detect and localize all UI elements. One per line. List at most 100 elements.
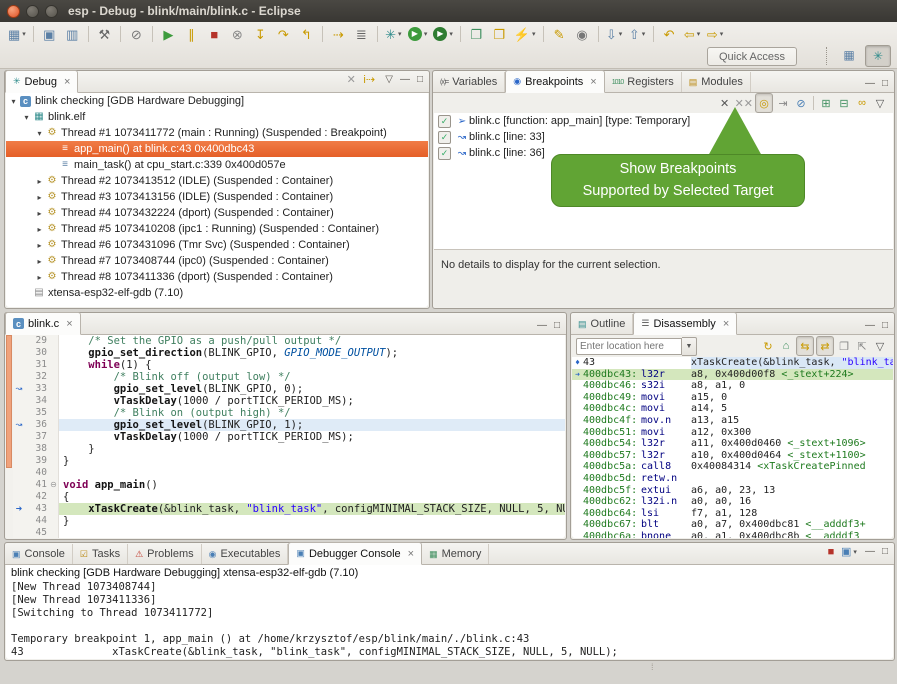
forward-icon[interactable]: ⇨▾ <box>705 24 726 44</box>
debug-tree-item[interactable]: ▾cblink checking [GDB Hardware Debugging… <box>6 93 428 109</box>
view-menu-icon[interactable]: ▽ <box>385 75 393 85</box>
disassembly-row[interactable]: 400dbc4c:movia14, 5 <box>572 403 893 415</box>
flash-target-icon[interactable]: ⚡▾ <box>512 24 538 44</box>
dropdown-arrow-icon[interactable]: ▾ <box>720 30 724 38</box>
link-with-debug-view-icon[interactable]: ∞ <box>854 94 870 112</box>
close-tab-icon[interactable]: × <box>408 548 414 560</box>
debug-tree-item[interactable]: ▸⚙Thread #7 1073408744 (ipc0) (Suspended… <box>6 253 428 269</box>
disassembly-row[interactable]: 400dbc57:l32ra10, 0x400d0464 <_stext+110… <box>572 450 893 462</box>
save-icon[interactable]: ▣ <box>39 24 60 44</box>
last-edit-location-icon[interactable]: ↶ <box>659 24 680 44</box>
debug-perspective-icon[interactable]: ✳ <box>865 45 891 67</box>
editor-line[interactable]: ↝33 gpio_set_level(BLINK_GPIO, 0); <box>13 383 565 395</box>
disassembly-row[interactable]: 400dbc67:blta0, a7, 0x400dbc81 <__adddf3… <box>572 519 893 531</box>
track-current-pc-icon[interactable]: ⇄ <box>816 336 834 356</box>
mark-occurrences-icon[interactable]: ◉ <box>572 24 593 44</box>
editor-gutter[interactable]: ➜43 <box>13 503 59 515</box>
expander-icon[interactable]: ▸ <box>34 193 45 202</box>
view-tab-problems[interactable]: ⚠Problems <box>128 544 202 564</box>
next-annotation-icon[interactable]: ⇩▾ <box>604 24 625 44</box>
breakpoint-marker-icon[interactable]: ↝ <box>13 419 25 431</box>
maximize-view-icon[interactable]: □ <box>554 321 560 331</box>
debug-tree-item[interactable]: ≡main_task() at cpu_start.c:339 0x400d05… <box>6 157 428 173</box>
editor-gutter[interactable]: 38 <box>13 443 59 455</box>
back-icon[interactable]: ⇦▾ <box>682 24 703 44</box>
close-tab-icon[interactable]: × <box>64 76 70 88</box>
expander-icon[interactable]: ▸ <box>34 209 45 218</box>
expander-icon[interactable]: ▸ <box>34 273 45 282</box>
open-folder-icon[interactable]: ❐ <box>489 24 510 44</box>
expander-icon[interactable]: ▾ <box>8 97 19 106</box>
location-input[interactable] <box>576 338 682 355</box>
open-perspective-icon[interactable]: ▦ <box>837 45 861 65</box>
editor-gutter[interactable]: 44 <box>13 515 59 527</box>
close-tab-icon[interactable]: × <box>66 318 72 330</box>
step-into-icon[interactable]: ↧ <box>250 24 271 44</box>
expander-icon[interactable]: ▸ <box>34 241 45 250</box>
display-selected-console-icon[interactable]: ▣▾ <box>841 543 857 561</box>
breakpoint-checkbox[interactable]: ✓ <box>438 115 451 128</box>
editor-gutter[interactable]: 39 <box>13 455 59 467</box>
editor-gutter[interactable]: 30 <box>13 347 59 359</box>
sync-with-active-debug-context-icon[interactable]: ⇆ <box>796 336 814 356</box>
editor-line[interactable]: 40 <box>13 467 565 479</box>
disassembly-row[interactable]: ♦43xTaskCreate(&blink_task, "blink_tas <box>572 357 893 369</box>
fold-marker-icon[interactable]: ⊖ <box>49 479 58 491</box>
debug-tree-item[interactable]: ▸⚙Thread #3 1073413156 (IDLE) (Suspended… <box>6 189 428 205</box>
disassembly-row[interactable]: 400dbc6a:bnonea0, a1, 0x400dbc8b <__addd… <box>572 531 893 538</box>
skip-all-breakpoints-icon[interactable]: ⊘ <box>793 94 809 112</box>
editor-line[interactable]: 32 /* Blink off (output low) */ <box>13 371 565 383</box>
debug-tree-item[interactable]: ▤xtensa-esp32-elf-gdb (7.10) <box>6 285 428 301</box>
remove-all-terminated-icon[interactable]: ✕ <box>343 71 359 89</box>
debug-tree-item[interactable]: ▸⚙Thread #4 1073432224 (dport) (Suspende… <box>6 205 428 221</box>
editor-gutter[interactable]: 31 <box>13 359 59 371</box>
editor-gutter[interactable]: 40 <box>13 467 59 479</box>
expander-icon[interactable]: ▸ <box>34 225 45 234</box>
disassembly-row[interactable]: 400dbc4f:mov.na13, a15 <box>572 415 893 427</box>
maximize-view-icon[interactable]: □ <box>882 321 888 331</box>
dropdown-arrow-icon[interactable]: ▾ <box>853 549 857 556</box>
editor-line[interactable]: 38 } <box>13 443 565 455</box>
debug-tab-debug[interactable]: ✳Debug× <box>5 70 78 93</box>
expander-icon[interactable]: ▾ <box>34 129 45 138</box>
dropdown-arrow-icon[interactable]: ▾ <box>697 30 701 38</box>
editor-line[interactable]: 41⊖void app_main() <box>13 479 565 491</box>
editor-gutter[interactable]: ↝33 <box>13 383 59 395</box>
expander-icon[interactable]: ▸ <box>34 257 45 266</box>
overview-ruler[interactable] <box>6 335 13 538</box>
new-wizard-icon[interactable]: ▦▾ <box>6 24 28 44</box>
editor-gutter[interactable]: 32 <box>13 371 59 383</box>
dropdown-arrow-icon[interactable]: ▾ <box>398 30 402 38</box>
debug-tree-item[interactable]: ≡app_main() at blink.c:43 0x400dbc43 <box>6 141 428 157</box>
debug-tree-item[interactable]: ▸⚙Thread #8 1073411336 (dport) (Suspende… <box>6 269 428 285</box>
terminate-icon[interactable]: ■ <box>204 24 225 44</box>
view-tab-modules[interactable]: ▤Modules <box>682 72 751 92</box>
instruction-pointer-icon[interactable]: ➜ <box>13 503 25 515</box>
instruction-stepping-mode-icon[interactable]: i⇢ <box>361 71 377 89</box>
open-new-view-icon[interactable]: ❐ <box>836 337 852 355</box>
pin-view-icon[interactable]: ⇱ <box>854 337 870 355</box>
breakpoint-checkbox[interactable]: ✓ <box>438 147 451 160</box>
dropdown-arrow-icon[interactable]: ▾ <box>642 30 646 38</box>
expander-icon[interactable]: ▾ <box>21 113 32 122</box>
editor-line[interactable]: 45 <box>13 527 565 538</box>
editor-gutter[interactable]: 41⊖ <box>13 479 59 491</box>
status-grip[interactable]: ⁞ <box>651 662 654 672</box>
view-tab-registers[interactable]: 1010Registers <box>605 72 682 92</box>
build-all-icon[interactable]: ⚒ <box>94 24 115 44</box>
resume-icon[interactable]: ▶ <box>158 24 179 44</box>
minimize-view-icon[interactable]: — <box>537 321 547 331</box>
minimize-view-icon[interactable]: — <box>865 79 875 89</box>
disassembly-row[interactable]: 400dbc54:l32ra11, 0x400d0460 <_stext+109… <box>572 438 893 450</box>
previous-annotation-icon[interactable]: ⇧▾ <box>627 24 648 44</box>
editor-gutter[interactable]: 42 <box>13 491 59 503</box>
disassembly-row[interactable]: ➜400dbc43:l32ra8, 0x400d00f8 <_stext+224… <box>572 369 893 381</box>
view-tab-console[interactable]: ▣Console <box>5 544 73 564</box>
view-menu-icon[interactable]: ▽ <box>872 94 888 112</box>
editor-tab-blink-c[interactable]: cblink.c× <box>5 312 81 335</box>
highlight-icon[interactable]: ✎ <box>549 24 570 44</box>
dropdown-arrow-icon[interactable]: ▾ <box>532 30 536 38</box>
editor-line[interactable]: 39} <box>13 455 565 467</box>
editor-line[interactable]: ↝36 gpio_set_level(BLINK_GPIO, 1); <box>13 419 565 431</box>
editor-gutter[interactable]: 35 <box>13 407 59 419</box>
